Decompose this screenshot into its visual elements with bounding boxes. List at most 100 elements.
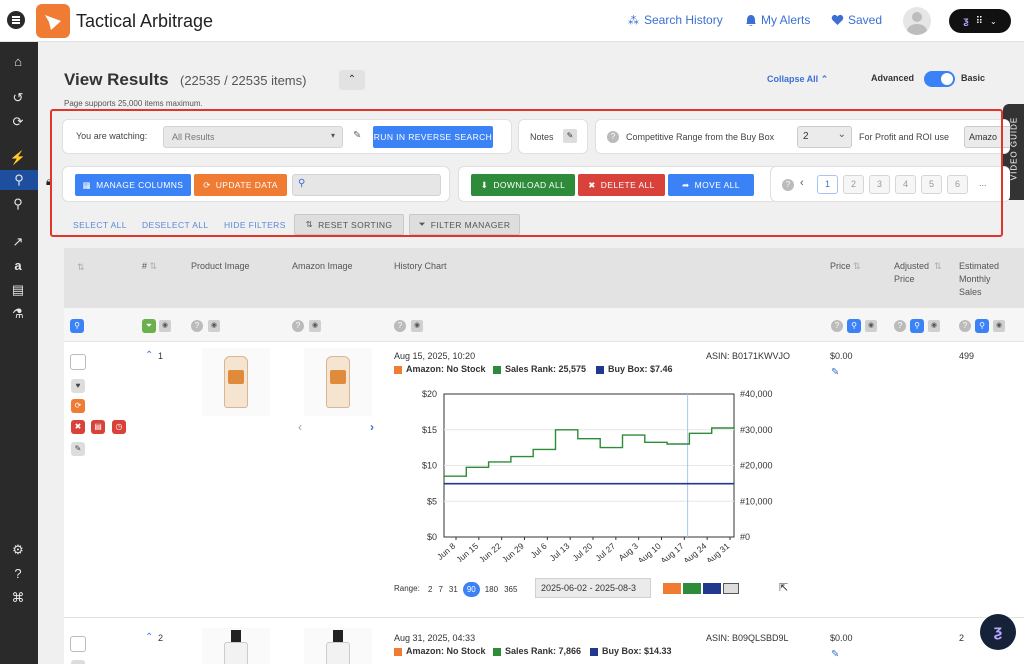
external-link-icon[interactable]: ⇱ <box>779 581 788 594</box>
range-option[interactable]: 365 <box>503 582 518 597</box>
analytics-icon[interactable]: ↗ <box>8 232 28 252</box>
row-sales: 499 <box>959 351 975 361</box>
product-image[interactable] <box>202 348 270 416</box>
color-swatch-other[interactable] <box>723 583 739 594</box>
help-circle-icon[interactable]: ? <box>831 320 843 332</box>
my-alerts-link[interactable]: My Alerts <box>745 13 810 27</box>
highlight-box <box>50 109 1003 237</box>
amazon-icon[interactable]: a <box>8 256 28 276</box>
collapse-title-button[interactable]: ⌃ <box>339 70 365 90</box>
help-circle-icon[interactable]: ? <box>894 320 906 332</box>
sort-icon[interactable]: ⇅ <box>934 260 942 273</box>
y-tick-right: #10,000 <box>740 496 773 506</box>
amazon-image[interactable] <box>304 348 372 416</box>
bolt-icon[interactable]: ⚡ <box>8 148 28 168</box>
row-checkbox[interactable] <box>70 354 86 370</box>
x-tick-label: Jul 27 <box>593 541 617 562</box>
expand-row-icon[interactable]: ⌃ <box>145 350 153 361</box>
y-tick-right: #30,000 <box>740 425 773 435</box>
row-checkbox[interactable] <box>70 636 86 652</box>
heart-icon <box>831 14 844 25</box>
menu-icon[interactable] <box>7 11 25 29</box>
eye-icon[interactable]: ◉ <box>159 320 171 332</box>
col-monthly-sales[interactable]: Estimated Monthly Sales <box>959 260 1014 299</box>
refresh-icon[interactable]: ⟳ <box>71 399 85 413</box>
heart-icon[interactable]: ♥ <box>71 379 85 393</box>
price-edit-icon[interactable]: ✎ <box>831 649 839 660</box>
search-filter-icon[interactable]: ⚲ <box>975 319 989 333</box>
prev-image-icon[interactable]: ‹ <box>298 420 302 434</box>
document-icon[interactable]: ▤ <box>91 420 105 434</box>
refresh-search-icon[interactable]: ⟳ <box>8 112 28 132</box>
date-range-input[interactable]: 2025-06-02 - 2025-08-3 <box>535 578 651 598</box>
tags-icon[interactable]: ⌘ <box>8 588 28 608</box>
row-number: 1 <box>158 351 164 361</box>
edit-icon[interactable]: ✎ <box>71 442 85 456</box>
legend-sales-rank: Sales Rank: 25,575 <box>493 364 586 374</box>
sort-icon[interactable]: ⇅ <box>77 261 85 274</box>
col-adjusted-price[interactable]: Adjusted Price <box>894 260 939 286</box>
search-icon-active[interactable]: ⚲ <box>0 170 38 190</box>
search-filter-icon[interactable]: ⚲ <box>70 319 84 333</box>
color-swatch-amazon[interactable] <box>663 583 681 594</box>
history-icon[interactable]: ↺ <box>8 88 28 108</box>
help-icon[interactable]: ? <box>8 564 28 584</box>
col-num[interactable]: # ⇅ <box>142 260 157 273</box>
saved-link[interactable]: Saved <box>831 13 882 27</box>
color-swatch-sales-rank[interactable] <box>683 583 701 594</box>
eye-icon[interactable]: ◉ <box>208 320 220 332</box>
help-circle-icon[interactable]: ? <box>191 320 203 332</box>
col-history-chart: History Chart <box>394 261 447 271</box>
bell-icon <box>746 14 756 26</box>
eye-icon[interactable]: ◉ <box>411 320 423 332</box>
range-option[interactable]: 7 <box>437 582 443 597</box>
y-tick-right: #0 <box>740 532 750 542</box>
next-image-icon[interactable]: › <box>370 420 374 434</box>
avatar[interactable] <box>903 7 931 35</box>
book-icon[interactable]: ▤ <box>8 280 28 300</box>
collapse-all-link[interactable]: Collapse All ⌃ <box>767 74 828 85</box>
range-option[interactable]: 90 <box>462 582 480 597</box>
help-circle-icon[interactable]: ? <box>959 320 971 332</box>
expand-row-icon[interactable]: ⌃ <box>145 632 153 643</box>
apps-switcher[interactable]: ƺ ⠿ ⌄ <box>949 9 1011 33</box>
home-icon[interactable]: ⌂ <box>8 52 28 72</box>
range-option[interactable]: 2 <box>427 582 433 597</box>
search-icon[interactable]: ⚲ <box>8 194 28 214</box>
range-options: 2 7 31 90 180 365 <box>427 582 518 597</box>
eye-icon[interactable]: ◉ <box>865 320 877 332</box>
eye-icon[interactable]: ◉ <box>993 320 1005 332</box>
range-option[interactable]: 180 <box>484 582 499 597</box>
eye-icon[interactable]: ◉ <box>928 320 940 332</box>
table-header: ⇅ # ⇅ Product Image Amazon Image History… <box>64 248 1024 308</box>
search-filter-icon[interactable]: ⚲ <box>847 319 861 333</box>
chat-button[interactable]: ƺ <box>980 614 1016 650</box>
color-swatch-buy-box[interactable] <box>703 583 721 594</box>
gear-icon[interactable]: ⚙ <box>8 540 28 560</box>
flask-icon[interactable]: ⚗ <box>8 304 28 324</box>
chevron-down-icon: ⌄ <box>989 16 997 26</box>
help-circle-icon[interactable]: ? <box>292 320 304 332</box>
filter-icon[interactable]: ⏷ <box>142 319 156 333</box>
row-number: 2 <box>158 633 164 643</box>
product-image[interactable] <box>202 628 270 664</box>
y-tick-left: $20 <box>422 389 437 399</box>
main-content: View Results (22535 / 22535 items) ⌃ Pag… <box>38 42 1024 664</box>
search-history-link[interactable]: ⁂ Search History <box>628 13 723 27</box>
legend-buy-box: Buy Box: $14.33 <box>590 646 672 656</box>
clock-icon[interactable]: ◷ <box>112 420 126 434</box>
price-edit-icon[interactable]: ✎ <box>831 367 839 378</box>
close-icon[interactable]: ✖ <box>71 420 85 434</box>
heart-icon[interactable]: ♥ <box>71 660 85 664</box>
x-tick-label: Jun 15 <box>454 541 480 562</box>
search-filter-icon[interactable]: ⚲ <box>910 319 924 333</box>
col-price[interactable]: Price ⇅ <box>830 260 861 273</box>
amazon-image[interactable] <box>304 628 372 664</box>
range-option[interactable]: 31 <box>448 582 459 597</box>
mode-toggle[interactable] <box>924 71 955 87</box>
y-tick-right: #40,000 <box>740 389 773 399</box>
app-logo[interactable] <box>36 4 70 38</box>
help-circle-icon[interactable]: ? <box>394 320 406 332</box>
y-tick-left: $0 <box>427 532 437 542</box>
eye-icon[interactable]: ◉ <box>309 320 321 332</box>
